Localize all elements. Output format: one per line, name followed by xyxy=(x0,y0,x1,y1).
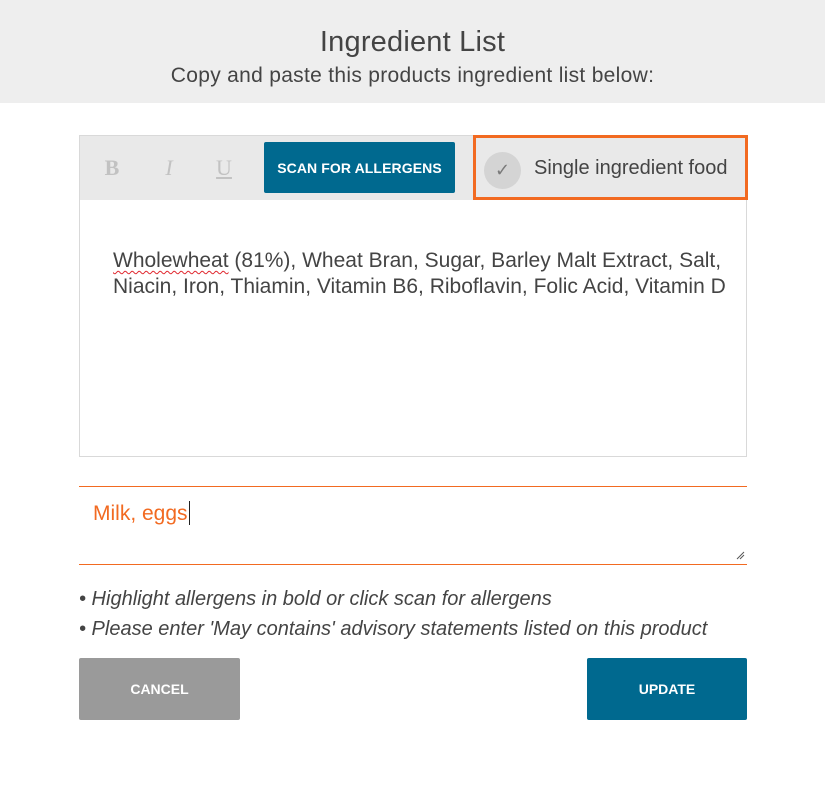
ingredient-editor: B I U SCAN FOR ALLERGENS ✓ Single ingred… xyxy=(79,135,748,457)
cancel-button[interactable]: CANCEL xyxy=(79,658,240,720)
may-contain-input[interactable]: Milk, eggs xyxy=(93,501,191,526)
resize-handle-icon[interactable] xyxy=(736,551,745,560)
hint-item: • Highlight allergens in bold or click s… xyxy=(79,588,552,610)
check-icon[interactable]: ✓ xyxy=(484,152,521,189)
hint-item: • Please enter 'May contains' advisory s… xyxy=(79,618,708,640)
editor-toolbar: B I U SCAN FOR ALLERGENS ✓ Single ingred… xyxy=(80,135,748,200)
may-contain-value: Milk, eggs xyxy=(93,502,188,525)
misspelled-word: Wholewheat xyxy=(113,249,229,272)
page-header: Ingredient List Copy and paste this prod… xyxy=(0,0,825,103)
may-contain-field[interactable]: Milk, eggs xyxy=(79,486,747,565)
hint-list: • Highlight allergens in bold or click s… xyxy=(79,584,779,644)
ingredient-text-area[interactable]: Wholewheat (81%), Wheat Bran, Sugar, Bar… xyxy=(113,248,733,300)
scan-for-allergens-button[interactable]: SCAN FOR ALLERGENS xyxy=(264,142,455,193)
update-button[interactable]: UPDATE xyxy=(587,658,747,720)
underline-button[interactable]: U xyxy=(210,154,238,182)
single-ingredient-toggle[interactable]: ✓ Single ingredient food xyxy=(473,135,748,200)
page-title: Ingredient List xyxy=(319,26,506,58)
text-cursor xyxy=(188,501,191,525)
bold-button[interactable]: B xyxy=(98,154,126,182)
page-subtitle: Copy and paste this products ingredient … xyxy=(170,64,655,87)
italic-button[interactable]: I xyxy=(155,154,183,182)
single-ingredient-label: Single ingredient food xyxy=(534,157,728,179)
